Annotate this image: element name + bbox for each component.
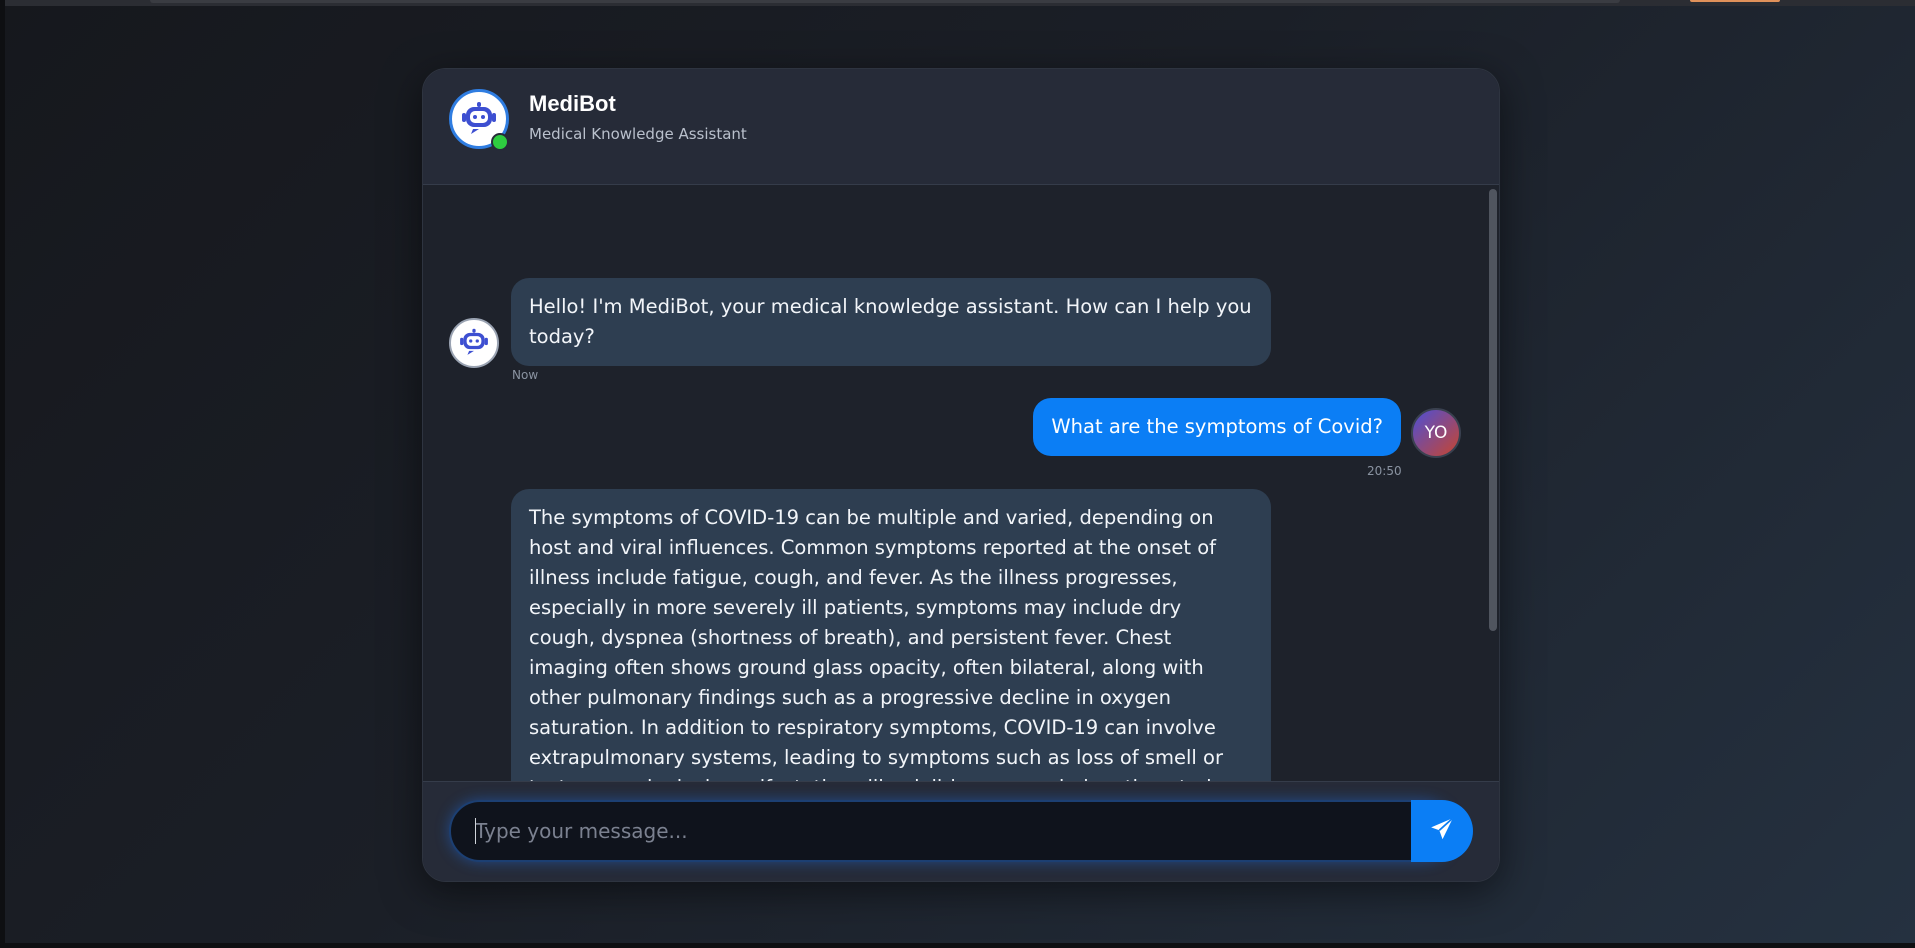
chat-header: MediBot Medical Knowledge Assistant [423, 69, 1499, 185]
chat-footer [423, 781, 1499, 881]
browser-url-strip [150, 0, 1620, 3]
window-left-edge [0, 0, 5, 948]
paper-plane-icon [1429, 816, 1455, 846]
bot-name: MediBot [529, 91, 616, 116]
window-bottom-edge [0, 943, 1915, 948]
message-input-wrapper [449, 800, 1454, 862]
online-status-dot [491, 133, 509, 151]
message-input[interactable] [451, 802, 1391, 860]
send-button[interactable] [1411, 800, 1473, 862]
message-timestamp: 20:50 [1367, 464, 1402, 478]
message-scrollbar-thumb[interactable] [1489, 189, 1497, 631]
robot-icon [456, 323, 492, 363]
browser-accent-strip [1690, 0, 1780, 2]
browser-top-strip [0, 0, 1915, 6]
message-list[interactable]: Hello! I'm MediBot, your medical knowled… [423, 185, 1499, 847]
user-avatar: YO [1411, 408, 1461, 458]
bot-avatar-small [449, 318, 499, 368]
chat-window: MediBot Medical Knowledge Assistant Hell… [422, 68, 1500, 882]
text-caret [475, 818, 476, 844]
message-timestamp: Now [512, 368, 539, 382]
bot-subtitle: Medical Knowledge Assistant [529, 125, 747, 143]
user-message-bubble: What are the symptoms of Covid? [1033, 398, 1401, 456]
bot-message-bubble: Hello! I'm MediBot, your medical knowled… [511, 278, 1271, 366]
